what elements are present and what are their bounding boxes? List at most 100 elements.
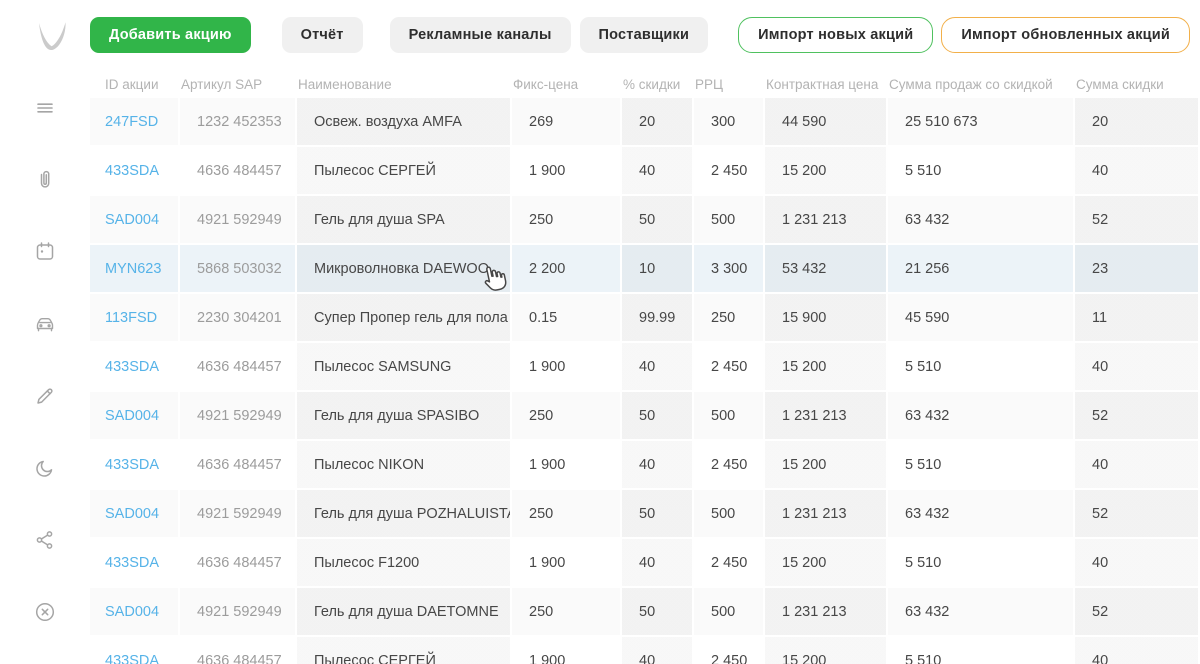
cell-promo_id[interactable]: SAD004: [90, 588, 180, 637]
cell-contract_price: 15 200: [765, 147, 888, 196]
cell-promo_id[interactable]: 433SDA: [90, 147, 180, 196]
cell-sales_sum_discounted: 63 432: [888, 392, 1075, 441]
cell-discount_pct: 50: [622, 490, 694, 539]
table-row[interactable]: 433SDA 4636 484457 Пылесос NIKON 1 900 40 2 4…: [90, 441, 1200, 490]
close-circle-icon[interactable]: [33, 600, 57, 624]
cell-sales_sum_discounted: 63 432: [888, 588, 1075, 637]
cell-promo_id[interactable]: 433SDA: [90, 637, 180, 664]
cell-rrp: 2 450: [694, 637, 765, 664]
cell-sap_sku: 4921 592949: [180, 392, 297, 441]
cell-rrp: 500: [694, 588, 765, 637]
cell-rrp: 2 450: [694, 147, 765, 196]
cell-promo_id[interactable]: SAD004: [90, 490, 180, 539]
import-updated-promos-button[interactable]: Импорт обновленных акций: [941, 17, 1190, 53]
share-icon[interactable]: [33, 528, 57, 552]
cell-promo_id[interactable]: SAD004: [90, 196, 180, 245]
column-header-discount_sum: Сумма скидки: [1076, 76, 1164, 92]
app-logo[interactable]: [32, 16, 78, 61]
table-row[interactable]: SAD004 4921 592949 Гель для душа SPA 250 50 5…: [90, 196, 1200, 245]
cell-discount_pct: 50: [622, 196, 694, 245]
cell-sales_sum_discounted: 25 510 673: [888, 98, 1075, 147]
cell-contract_price: 15 900: [765, 294, 888, 343]
cell-contract_price: 1 231 213: [765, 196, 888, 245]
table-row[interactable]: SAD004 4921 592949 Гель для душа DAETOMNE 2…: [90, 588, 1200, 637]
cell-promo_id[interactable]: 433SDA: [90, 539, 180, 588]
report-button[interactable]: Отчёт: [281, 17, 363, 53]
cell-fixed_price: 250: [512, 490, 622, 539]
table-row[interactable]: 433SDA 4636 484457 Пылесос SAMSUNG 1 900 40 2…: [90, 343, 1200, 392]
cell-name: Микроволновка DAEWOO: [297, 245, 512, 294]
cell-promo_id[interactable]: MYN623: [90, 245, 180, 294]
cell-rrp: 500: [694, 392, 765, 441]
cell-discount_sum: 40: [1075, 441, 1200, 490]
cell-promo_id[interactable]: 247FSD: [90, 98, 180, 147]
cell-name: Пылесос F1200: [297, 539, 512, 588]
cell-rrp: 250: [694, 294, 765, 343]
table-row[interactable]: 433SDA 4636 484457 Пылесос СЕРГЕЙ 1 900 40 2 …: [90, 637, 1200, 664]
cell-contract_price: 15 200: [765, 343, 888, 392]
car-icon[interactable]: [33, 312, 57, 336]
cell-promo_id[interactable]: 433SDA: [90, 441, 180, 490]
cell-discount_pct: 40: [622, 441, 694, 490]
cell-sap_sku: 5868 503032: [180, 245, 297, 294]
cell-promo_id[interactable]: 433SDA: [90, 343, 180, 392]
table-row[interactable]: SAD004 4921 592949 Гель для душа SPASIBO 25…: [90, 392, 1200, 441]
cell-name: Пылесос SAMSUNG: [297, 343, 512, 392]
cell-discount_sum: 52: [1075, 490, 1200, 539]
calendar-icon[interactable]: [33, 240, 57, 264]
table-row[interactable]: 433SDA 4636 484457 Пылесос СЕРГЕЙ 1 900 40 2 …: [90, 147, 1200, 196]
cell-promo_id[interactable]: 113FSD: [90, 294, 180, 343]
pencil-icon[interactable]: [33, 384, 57, 408]
cell-rrp: 3 300: [694, 245, 765, 294]
table-row[interactable]: 113FSD 2230 304201 Супер Пропер гель для п…: [90, 294, 1200, 343]
cell-sales_sum_discounted: 5 510: [888, 343, 1075, 392]
cell-discount_pct: 99.99: [622, 294, 694, 343]
cell-name: Гель для душа POZHALUISTA: [297, 490, 512, 539]
cell-sap_sku: 4921 592949: [180, 196, 297, 245]
cell-fixed_price: 0.15: [512, 294, 622, 343]
column-header-discount_pct: % скидки: [623, 76, 681, 92]
cell-sales_sum_discounted: 63 432: [888, 490, 1075, 539]
cell-rrp: 2 450: [694, 539, 765, 588]
add-promo-button[interactable]: Добавить акцию: [90, 17, 251, 53]
cell-sap_sku: 4636 484457: [180, 539, 297, 588]
cell-sales_sum_discounted: 63 432: [888, 196, 1075, 245]
import-new-promos-button[interactable]: Импорт новых акций: [738, 17, 934, 53]
suppliers-button[interactable]: Поставщики: [579, 17, 709, 53]
moon-icon[interactable]: [33, 456, 57, 480]
cell-sap_sku: 2230 304201: [180, 294, 297, 343]
cell-contract_price: 53 432: [765, 245, 888, 294]
cell-discount_pct: 50: [622, 392, 694, 441]
cell-sales_sum_discounted: 5 510: [888, 539, 1075, 588]
column-header-sap_sku: Артикул SAP: [181, 76, 263, 92]
cell-sales_sum_discounted: 5 510: [888, 637, 1075, 664]
cell-discount_pct: 40: [622, 637, 694, 664]
cell-sales_sum_discounted: 45 590: [888, 294, 1075, 343]
column-header-name: Наименование: [298, 76, 392, 92]
cell-name: Гель для душа SPA: [297, 196, 512, 245]
cell-fixed_price: 1 900: [512, 637, 622, 664]
cell-name: Пылесос СЕРГЕЙ: [297, 637, 512, 664]
table-row[interactable]: 247FSD 1232 452353 Освеж. воздуха AMFA 269 2…: [90, 98, 1200, 147]
cell-name: Гель для душа SPASIBO: [297, 392, 512, 441]
table-row[interactable]: MYN623 5868 503032 Микроволновка DAEWOO 2 2…: [90, 245, 1200, 294]
ad-channels-button[interactable]: Рекламные каналы: [389, 17, 571, 53]
cell-name: Гель для душа DAETOMNE: [297, 588, 512, 637]
cell-discount_sum: 40: [1075, 539, 1200, 588]
sidebar-nav: [0, 96, 90, 624]
table-row[interactable]: SAD004 4921 592949 Гель для душа POZHALUIS…: [90, 490, 1200, 539]
cell-rrp: 2 450: [694, 441, 765, 490]
cell-contract_price: 15 200: [765, 637, 888, 664]
paperclip-icon[interactable]: [33, 168, 57, 192]
cell-contract_price: 1 231 213: [765, 588, 888, 637]
table-row[interactable]: 433SDA 4636 484457 Пылесос F1200 1 900 40 2 4…: [90, 539, 1200, 588]
cell-fixed_price: 1 900: [512, 343, 622, 392]
toolbar: Добавить акцию Отчёт Рекламные каналы По…: [90, 17, 1200, 53]
cell-sap_sku: 4921 592949: [180, 490, 297, 539]
sidebar: [0, 0, 90, 664]
menu-icon[interactable]: [33, 96, 57, 120]
cell-fixed_price: 1 900: [512, 147, 622, 196]
cell-discount_sum: 52: [1075, 196, 1200, 245]
cell-promo_id[interactable]: SAD004: [90, 392, 180, 441]
cell-fixed_price: 250: [512, 196, 622, 245]
